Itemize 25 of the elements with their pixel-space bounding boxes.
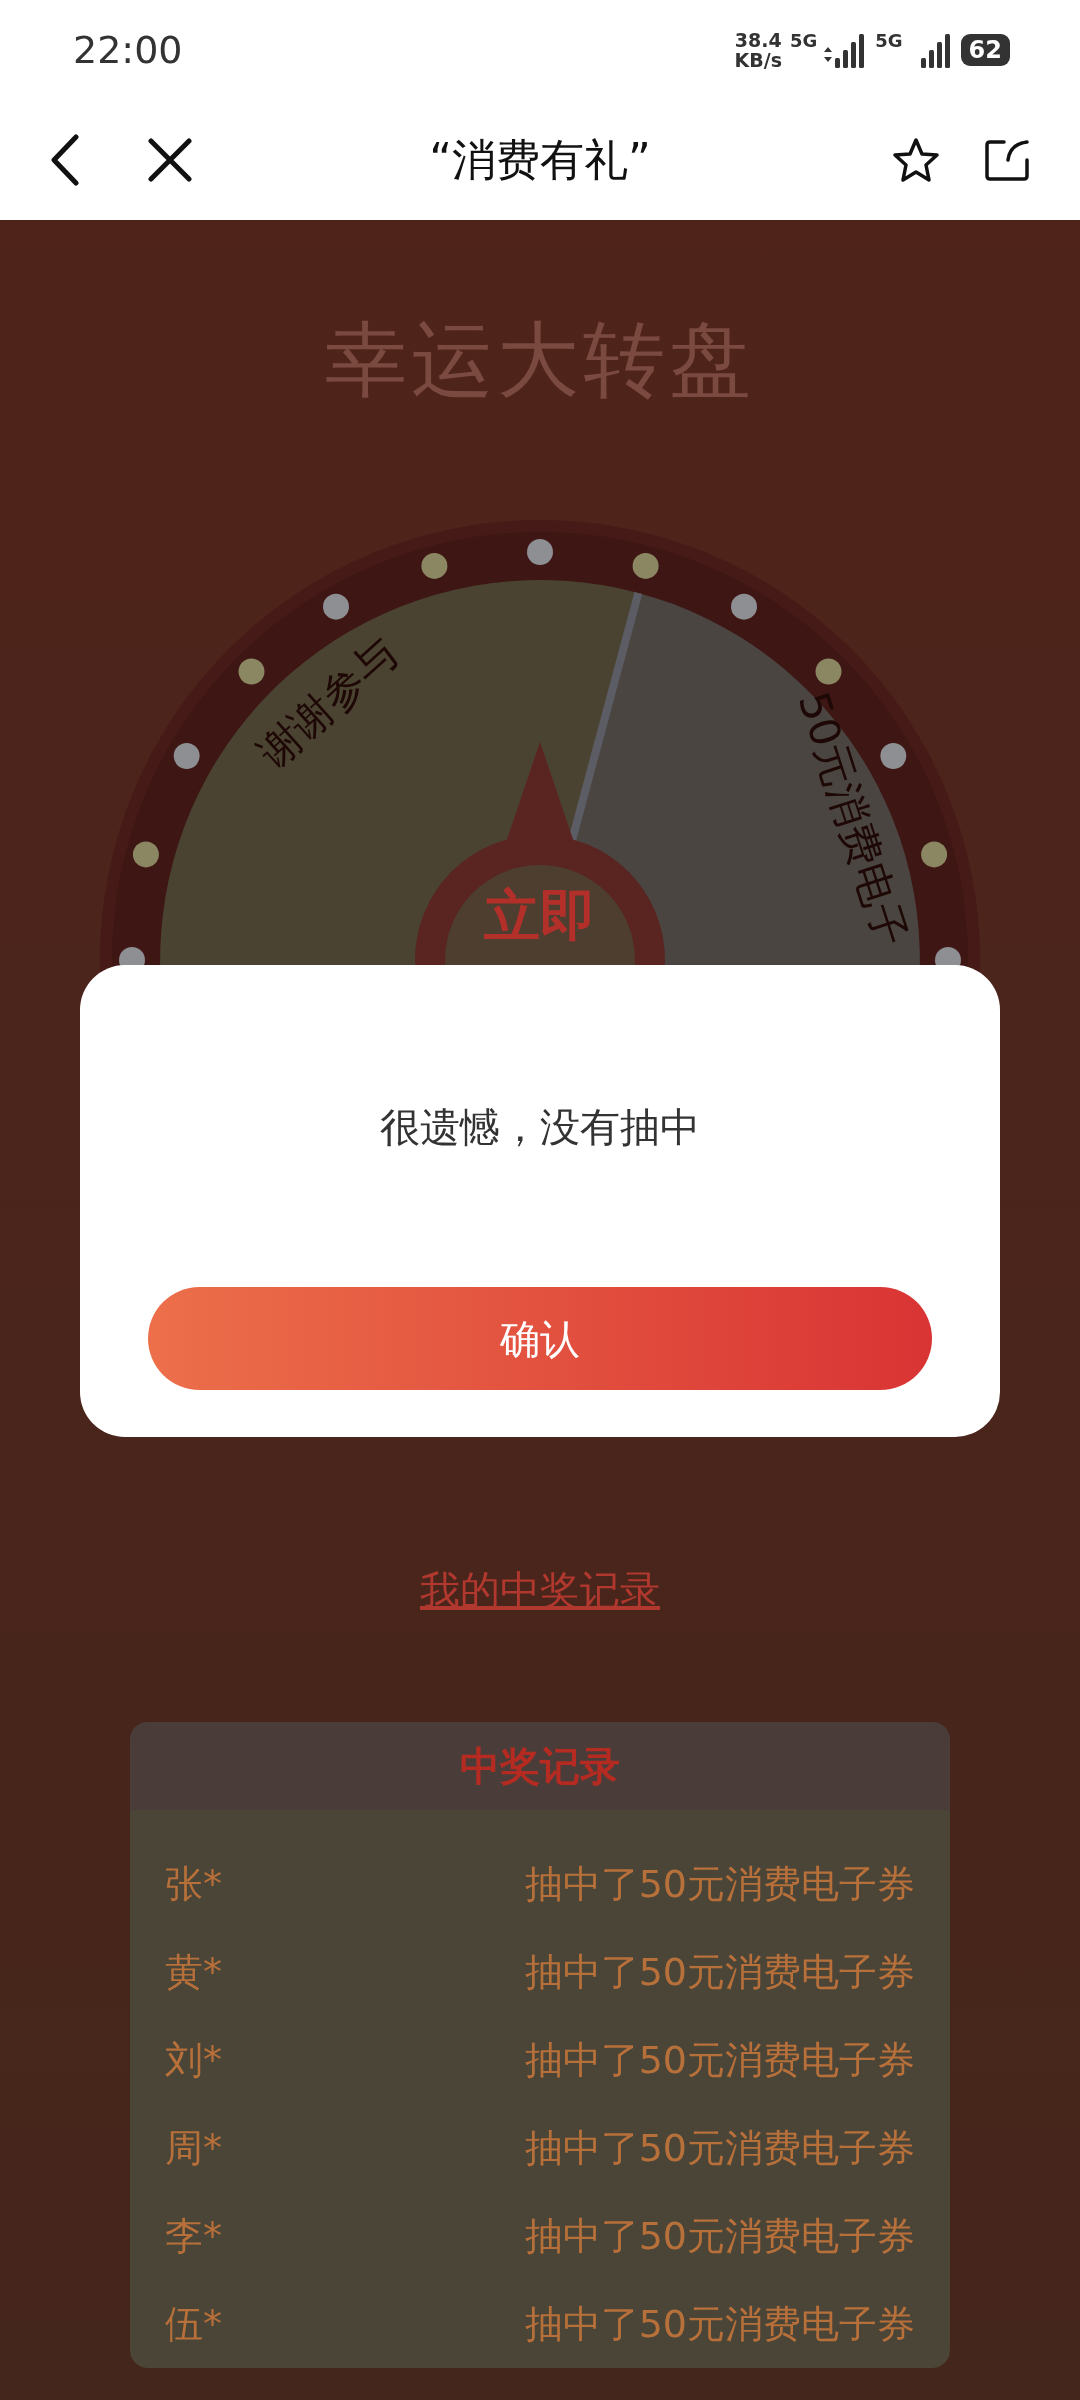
segment-label: 谢谢参与 [249,628,407,778]
prize-text: 抽中了50元消费电子券 [524,2036,915,2084]
prize-text: 抽中了50元消费电子券 [524,2212,915,2260]
network-type: 5G [875,32,903,50]
winner-name: 周* [165,2124,222,2172]
winner-name: 张* [165,1860,222,1908]
records-title: 中奖记录 [130,1722,950,1810]
winner-name: 黄* [165,1948,222,1996]
dialog-message: 很遗憾，没有抽中 [379,1103,701,1152]
network-type: 5G [789,32,818,50]
my-records-link[interactable]: 我的中奖记录 [420,1567,660,1613]
segment-label: 50元消费电子 [788,686,917,952]
network-speed: 38.4 KB/s [734,30,782,70]
spin-label: 立即 [484,883,596,949]
winner-name: 刘* [165,2036,222,2084]
winner-name: 李* [165,2212,222,2260]
battery-level: 62 [960,34,1010,66]
prize-text: 抽中了50元消费电子券 [524,2300,915,2348]
confirm-button[interactable]: 确认 [148,1287,932,1390]
prize-text: 抽中了50元消费电子券 [524,1860,915,1908]
prize-text: 抽中了50元消费电子券 [524,1948,915,1996]
page-title: “消费有礼” [428,133,652,187]
prize-text: 抽中了50元消费电子券 [524,2124,915,2172]
winner-name: 伍* [165,2300,222,2348]
status-time: 22:00 [73,26,183,74]
